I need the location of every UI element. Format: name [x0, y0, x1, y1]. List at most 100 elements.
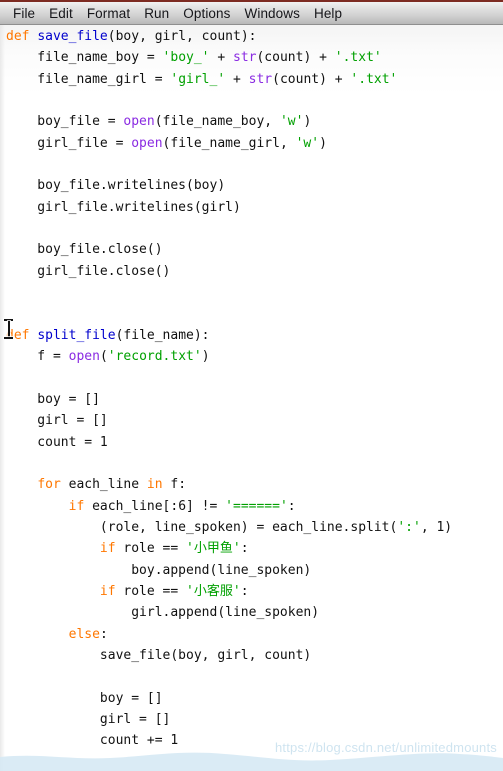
code-line: boy_file = open(file_name_boy, 'w'): [6, 111, 452, 132]
code-token: '.txt': [334, 50, 382, 66]
code-line: girl = []: [6, 410, 452, 431]
code-token: open: [131, 135, 163, 151]
code-token: boy = []: [6, 690, 163, 706]
code-token: :: [287, 498, 296, 514]
code-token: file_name_girl =: [6, 71, 171, 87]
code-token: '小客服': [186, 583, 241, 599]
menu-file[interactable]: File: [6, 2, 42, 25]
code-line: girl.append(line_spoken): [6, 602, 452, 623]
code-token: if: [99, 541, 124, 557]
code-token: (boy, girl, count):: [107, 29, 257, 44]
code-token: :: [240, 541, 249, 557]
code-token: (file_name):: [115, 327, 210, 343]
code-token: boy_file.writelines(boy): [6, 178, 226, 194]
code-line: boy = []: [6, 688, 452, 709]
menu-help[interactable]: Help: [307, 2, 349, 25]
code-line: f = open('record.txt'): [6, 346, 452, 367]
code-token: split_file: [37, 327, 116, 343]
code-line: def split_file(file_name):: [6, 325, 452, 346]
code-token: if: [99, 583, 124, 599]
code-token: role ==: [123, 541, 187, 557]
code-token: girl = []: [6, 413, 108, 429]
code-token: girl = []: [6, 712, 171, 727]
code-token: else: [68, 626, 100, 642]
code-line: girl_file.writelines(girl): [6, 197, 452, 218]
code-token: 'w': [279, 114, 304, 130]
code-token: girl_file.close(): [6, 263, 171, 279]
python-source-code[interactable]: def save_file(boy, girl, count): file_na…: [6, 26, 452, 771]
code-line: girl_file = open(file_name_girl, 'w'): [6, 133, 452, 154]
code-token: count += 1: [6, 733, 179, 749]
code-token: , 1): [420, 519, 453, 535]
code-line: file_name_boy = 'boy_' + str(count) + '.…: [6, 47, 452, 68]
code-token: (count) +: [272, 71, 351, 87]
code-token: 'boy_': [162, 50, 210, 66]
code-token: boy_file.close(): [6, 242, 163, 258]
code-token: save_file: [37, 29, 108, 44]
code-token: each_line: [68, 477, 147, 493]
code-token: str: [233, 50, 257, 66]
code-line: for each_line in f:: [6, 474, 452, 495]
code-token: open: [68, 349, 100, 365]
code-token: +: [225, 71, 249, 87]
code-line: save_file(boy, girl, count): [6, 645, 452, 666]
code-token: count = 1: [6, 434, 108, 450]
idle-editor-window: File Edit Format Run Options Windows Help def …: [0, 0, 503, 771]
code-line: if role == '小客服':: [6, 581, 452, 602]
code-token: (file_name_boy,: [154, 114, 280, 130]
code-token: (: [99, 349, 108, 365]
code-token: boy.append(line_spoken): [6, 562, 312, 578]
menu-bar: File Edit Format Run Options Windows Help: [0, 0, 503, 25]
code-line: if each_line[:6] != '======':: [6, 496, 452, 517]
code-token: str: [248, 71, 273, 87]
code-line: boy_file.writelines(boy): [6, 175, 452, 196]
code-editor-area[interactable]: def save_file(boy, girl, count): file_na…: [0, 25, 503, 771]
code-token: (file_name_girl,: [162, 135, 296, 151]
code-line: boy = []: [6, 389, 452, 410]
code-token: ':': [397, 519, 421, 535]
code-line: count += 1: [6, 730, 452, 751]
code-token: for: [37, 477, 69, 493]
code-token: save_file(boy, girl, count): [6, 647, 312, 663]
code-token: '小甲鱼': [186, 541, 241, 557]
code-token: if: [68, 498, 93, 514]
menu-format[interactable]: Format: [80, 2, 137, 25]
menu-edit[interactable]: Edit: [42, 2, 80, 25]
code-token: ): [319, 135, 327, 151]
code-token: +: [209, 50, 233, 66]
code-token: 'w': [295, 135, 320, 151]
code-token: in: [146, 477, 171, 493]
menu-options[interactable]: Options: [176, 2, 237, 25]
menu-windows[interactable]: Windows: [238, 2, 307, 25]
code-token: ): [201, 349, 210, 365]
code-line: girl_file.close(): [6, 261, 452, 282]
code-line: (role, line_spoken) = each_line.split(':…: [6, 517, 452, 538]
code-line: girl = []: [6, 709, 452, 730]
code-token: girl_file.writelines(girl): [6, 199, 241, 215]
code-token: open: [123, 114, 155, 130]
code-token: girl_file =: [6, 135, 132, 151]
code-token: (role, line_spoken) = each_line.split(: [6, 519, 398, 535]
menu-run[interactable]: Run: [137, 2, 176, 25]
code-token: girl.append(line_spoken): [6, 605, 320, 621]
code-token: :: [240, 583, 249, 599]
code-token: f =: [6, 349, 69, 365]
code-token: '======': [225, 498, 288, 514]
code-token: ): [303, 114, 312, 130]
code-line: else:: [6, 624, 452, 645]
code-token: boy = []: [6, 391, 100, 407]
code-token: 'record.txt': [107, 349, 202, 365]
code-token: (count) +: [256, 50, 335, 66]
code-token: f:: [170, 477, 187, 493]
code-line: count = 1: [6, 432, 452, 453]
